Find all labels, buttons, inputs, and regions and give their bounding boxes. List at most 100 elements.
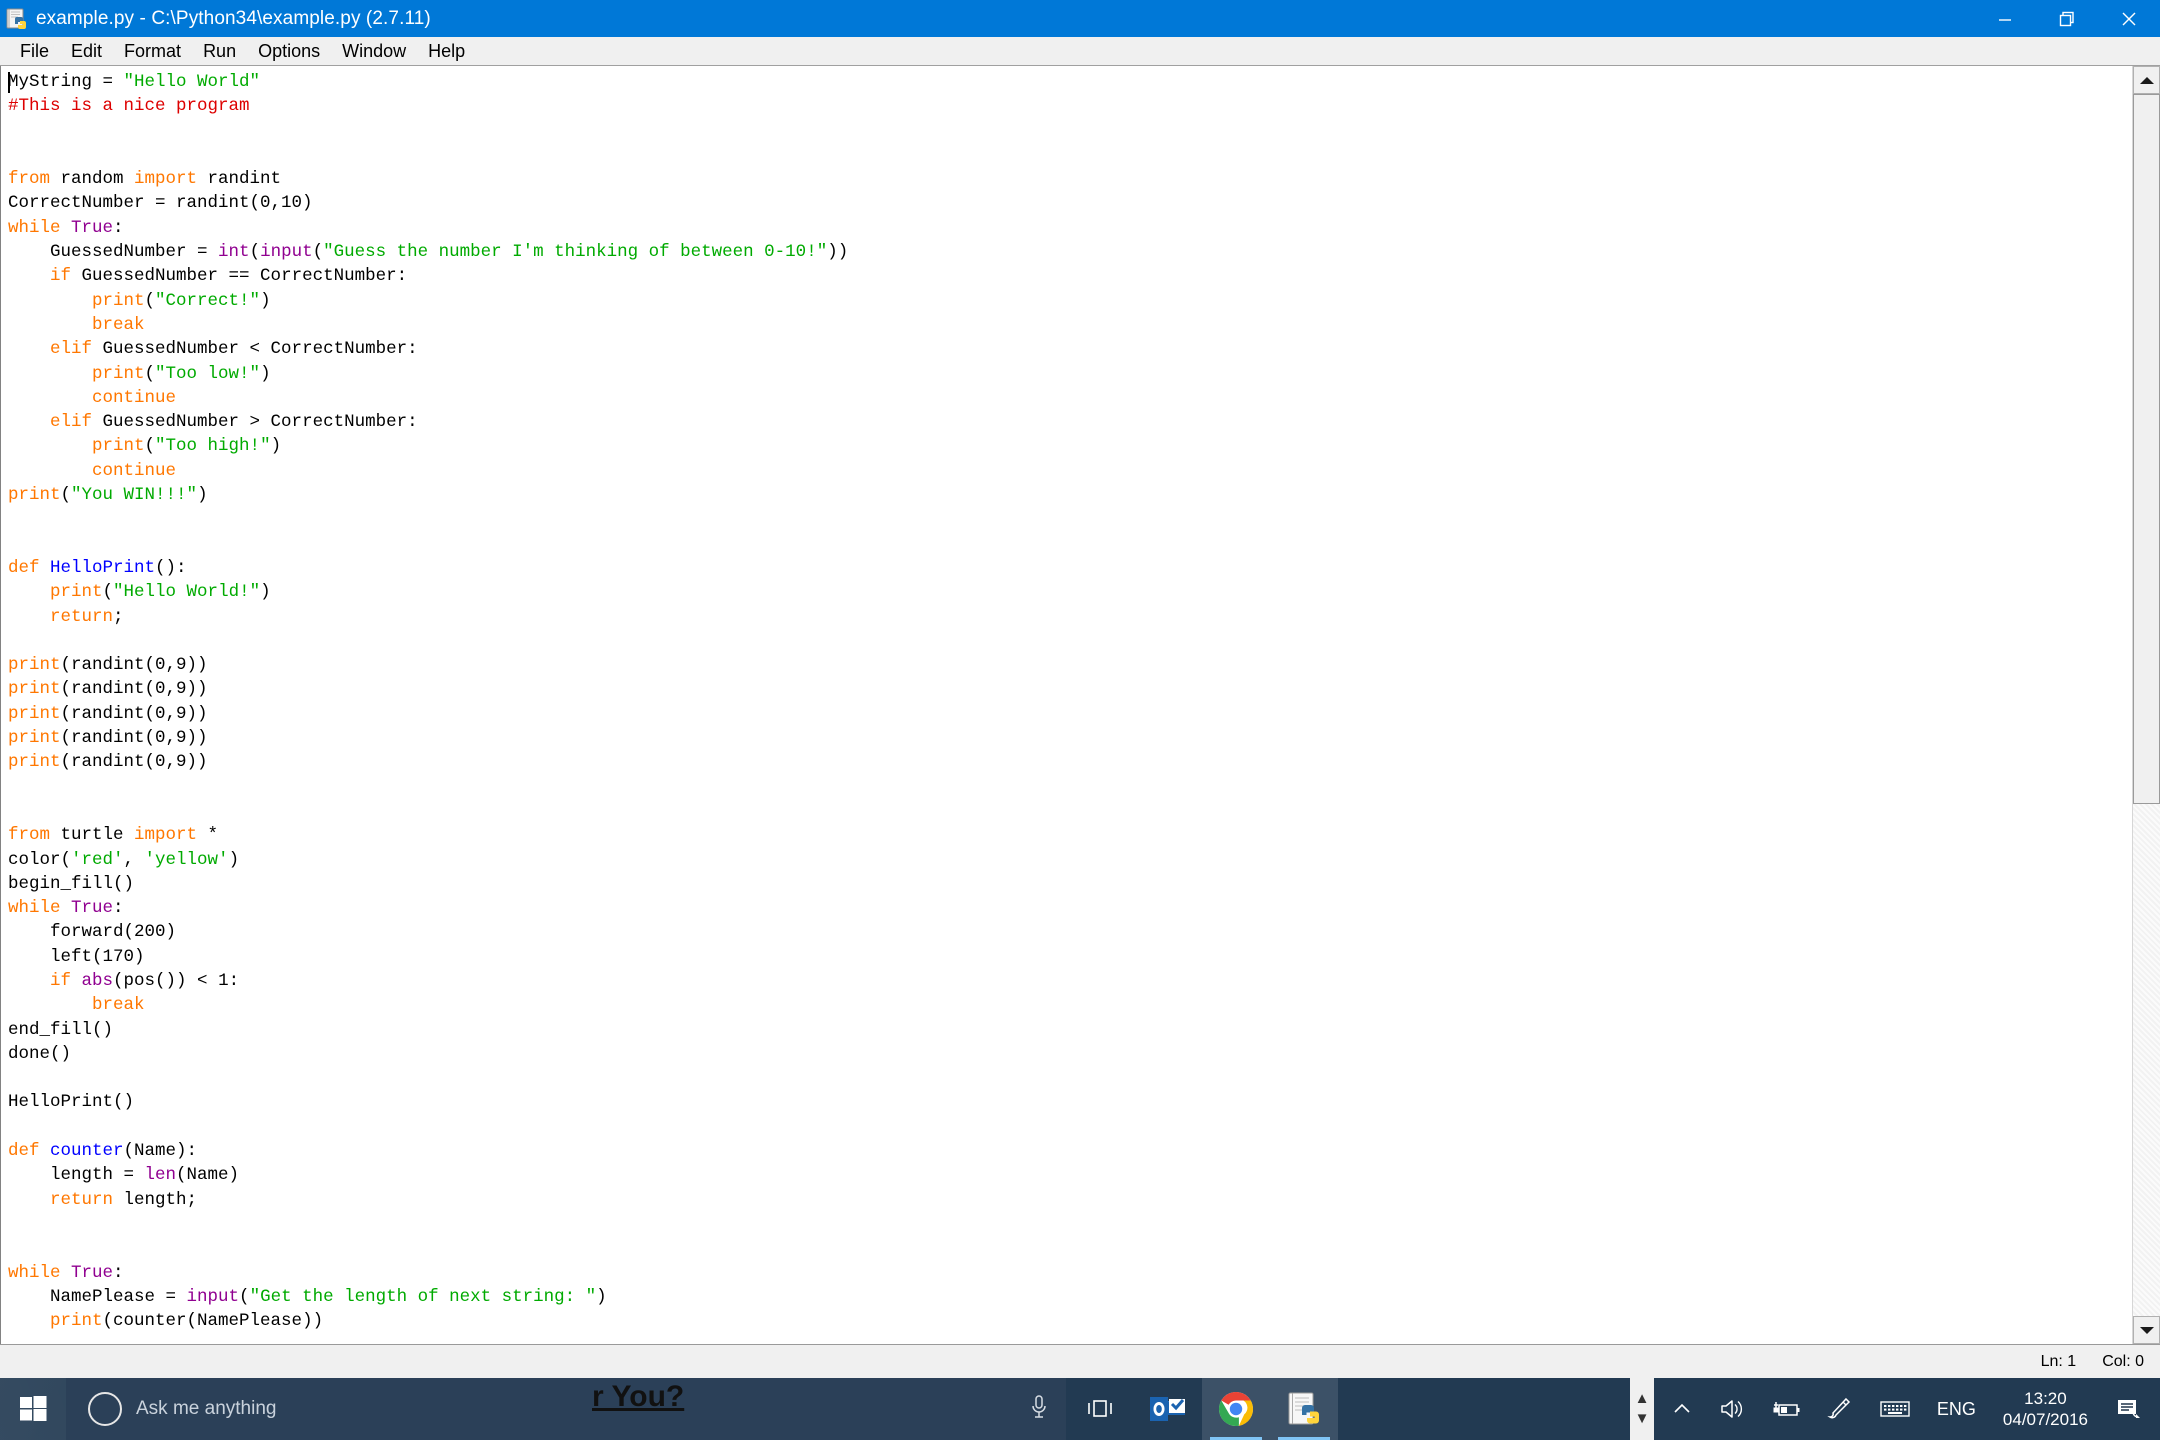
- clock-button[interactable]: 13:20 04/07/2016: [1989, 1378, 2102, 1440]
- code-token: ():: [155, 557, 187, 578]
- minimize-button[interactable]: [1974, 0, 2036, 37]
- close-button[interactable]: [2098, 0, 2160, 37]
- battery-charging-icon[interactable]: [1758, 1378, 1814, 1440]
- cortana-search-box[interactable]: Ask me anything: [66, 1378, 1066, 1440]
- code-token: "Hello World": [123, 72, 261, 92]
- chevron-down-icon[interactable]: ▼: [1635, 1411, 1650, 1426]
- title-bar[interactable]: example.py - C:\Python34\example.py (2.7…: [0, 0, 2160, 37]
- menu-item-help[interactable]: Help: [417, 39, 476, 63]
- code-token: (randint(0,9)): [60, 679, 208, 700]
- menu-item-run[interactable]: Run: [192, 39, 247, 63]
- code-token: return: [50, 606, 114, 627]
- menu-item-options[interactable]: Options: [247, 39, 331, 63]
- code-token: length =: [8, 1165, 145, 1186]
- menu-item-file[interactable]: File: [9, 39, 60, 63]
- code-token: HelloPrint: [50, 557, 156, 578]
- code-token: random: [60, 169, 135, 190]
- code-line: from random import randint: [8, 167, 2132, 191]
- code-line: return;: [8, 605, 2132, 629]
- code-token: len: [144, 1165, 177, 1186]
- code-token: int: [218, 242, 250, 263]
- start-button[interactable]: [0, 1378, 66, 1440]
- taskbar-chrome-button[interactable]: [1202, 1378, 1270, 1440]
- code-token: print: [92, 290, 145, 311]
- taskbar-python-idle-button[interactable]: [1270, 1378, 1338, 1440]
- code-token: print: [92, 436, 145, 457]
- show-hidden-icons-button[interactable]: [1658, 1378, 1706, 1440]
- restore-button[interactable]: [2036, 0, 2098, 37]
- vertical-scrollbar[interactable]: [2132, 66, 2160, 1344]
- menu-item-edit[interactable]: Edit: [60, 39, 113, 63]
- taskbar-task-view-button[interactable]: [1066, 1378, 1134, 1440]
- code-line: left(170): [8, 945, 2132, 969]
- search-input[interactable]: Ask me anything: [136, 1398, 1014, 1420]
- scrollbar-track[interactable]: [2133, 94, 2160, 1316]
- touch-keyboard-icon[interactable]: [1866, 1378, 1924, 1440]
- language-indicator[interactable]: ENG: [1924, 1378, 1989, 1440]
- code-line: begin_fill(): [8, 872, 2132, 896]
- pen-icon[interactable]: [1814, 1378, 1866, 1440]
- action-center-icon[interactable]: [2102, 1378, 2156, 1440]
- code-line: forward(200): [8, 920, 2132, 944]
- code-token: GuessedNumber > CorrectNumber:: [102, 412, 418, 433]
- code-token: (pos()) < 1:: [113, 970, 240, 991]
- code-line: print(randint(0,9)): [8, 702, 2132, 726]
- code-token: "You WIN!!!": [71, 485, 198, 506]
- microphone-icon[interactable]: [1028, 1392, 1050, 1427]
- scrollbar-thumb[interactable]: [2133, 94, 2160, 804]
- code-token: "Correct!": [155, 290, 261, 311]
- code-line: NamePlease = input("Get the length of ne…: [8, 1285, 2132, 1309]
- code-token: left(170): [8, 946, 145, 967]
- code-token: color(: [8, 849, 72, 870]
- scroll-up-button[interactable]: [2133, 66, 2160, 94]
- menu-item-window[interactable]: Window: [331, 39, 417, 63]
- speaker-icon[interactable]: [1706, 1378, 1758, 1440]
- code-line: print("You WIN!!!"): [8, 483, 2132, 507]
- status-column-number: Col: 0: [2102, 1352, 2144, 1370]
- code-token: (: [144, 290, 156, 311]
- code-token: "Get the length of next string: ": [249, 1286, 597, 1307]
- code-text-area[interactable]: MyString = "Hello World" #This is a nice …: [0, 66, 2132, 1344]
- code-token: ): [260, 290, 271, 311]
- code-line: break: [8, 993, 2132, 1017]
- code-line: print(randint(0,9)): [8, 726, 2132, 750]
- code-token: GuessedNumber =: [8, 242, 219, 263]
- code-token: print: [8, 485, 61, 506]
- code-token: print: [8, 679, 61, 700]
- chevron-up-icon[interactable]: ▲: [1635, 1391, 1650, 1406]
- code-line: end_fill(): [8, 1018, 2132, 1042]
- code-line: continue: [8, 459, 2132, 483]
- code-line: HelloPrint(): [8, 1090, 2132, 1114]
- taskbar-scroll-nub[interactable]: ▲ ▼: [1630, 1378, 1654, 1440]
- code-token: input: [186, 1286, 240, 1307]
- code-token: ): [197, 485, 208, 506]
- code-line: print("Hello World!"): [8, 580, 2132, 604]
- code-token: ): [260, 363, 271, 384]
- scroll-down-button[interactable]: [2133, 1316, 2160, 1344]
- window-controls: [1974, 0, 2160, 37]
- menu-item-format[interactable]: Format: [113, 39, 192, 63]
- code-token: def: [8, 557, 51, 578]
- code-token: begin_fill(): [8, 873, 135, 894]
- code-token: from: [8, 825, 61, 846]
- code-token: forward(200): [8, 922, 177, 943]
- code-token: )): [827, 242, 849, 263]
- code-token: NamePlease =: [8, 1286, 187, 1307]
- code-token: 'red': [71, 849, 124, 870]
- code-token: (: [60, 485, 72, 506]
- code-token: (randint(0,9)): [60, 703, 208, 724]
- code-token: print: [50, 582, 103, 603]
- code-token: abs: [81, 970, 114, 991]
- taskbar-outlook-button[interactable]: [1134, 1378, 1202, 1440]
- code-token: print: [8, 752, 61, 773]
- source-code: MyString = "Hello World" #This is a nice …: [8, 70, 2132, 1333]
- code-line: def HelloPrint():: [8, 556, 2132, 580]
- code-token: length;: [113, 1189, 198, 1210]
- status-line-number: Ln: 1: [2040, 1352, 2077, 1370]
